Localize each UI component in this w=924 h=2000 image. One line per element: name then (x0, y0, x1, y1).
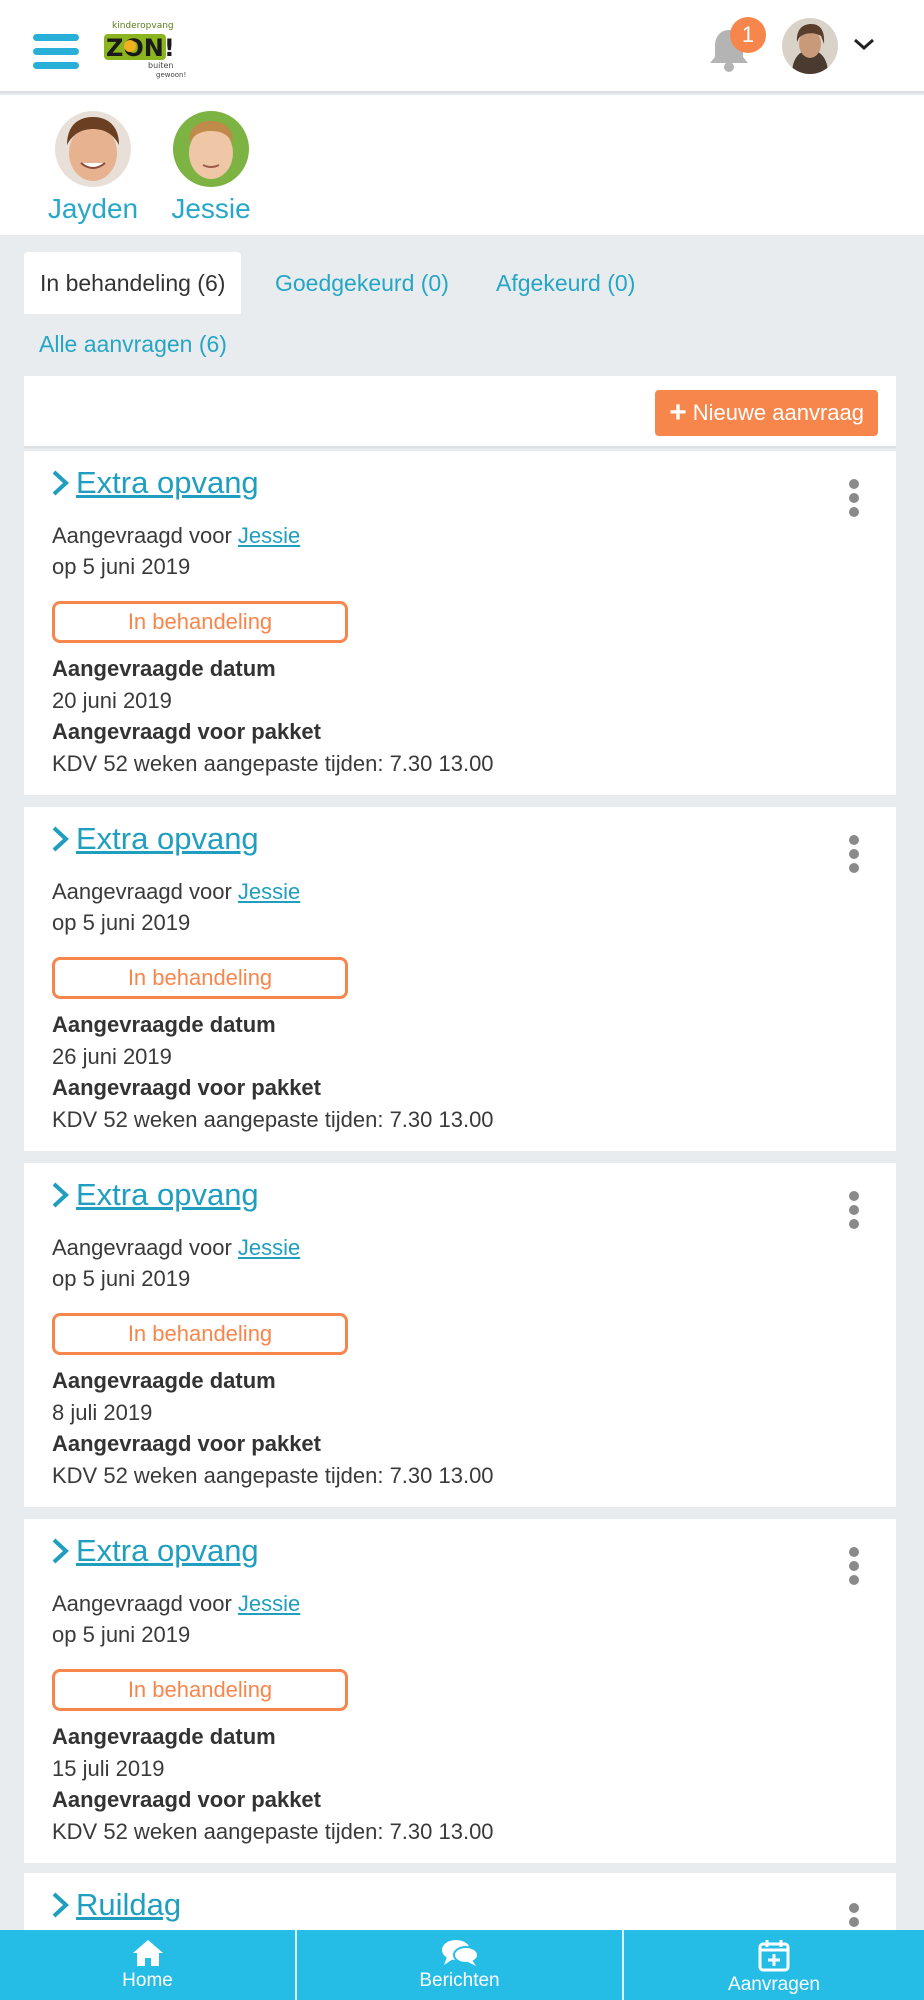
child-jayden[interactable]: Jayden (38, 111, 148, 225)
package-value: KDV 52 weken aangepaste tijden: 7.30 13.… (52, 751, 494, 776)
requested-date-label: Aangevraagde datum (52, 1012, 276, 1037)
request-date: op 5 juni 2019 (52, 1622, 191, 1647)
requested-date-value: 15 juli 2019 (52, 1756, 165, 1781)
chevron-right-icon (52, 1538, 69, 1564)
package-label: Aangevraagd voor pakket (52, 1787, 321, 1812)
package-label: Aangevraagd voor pakket (52, 719, 321, 744)
nav-aanvragen-label: Aanvragen (728, 1974, 820, 1995)
package-label: Aangevraagd voor pakket (52, 1431, 321, 1456)
bottom-navigation: Home Berichten Aanvragen (0, 1930, 924, 2000)
request-card: Extra opvang Aangevraagd voor Jessie op … (24, 807, 896, 1151)
requested-for: Aangevraagd voor Jessie (52, 879, 300, 905)
request-card: Ruildag (24, 1873, 896, 1933)
chevron-down-icon[interactable] (852, 34, 876, 54)
package-label: Aangevraagd voor pakket (52, 1075, 321, 1100)
nav-home-label: Home (122, 1970, 173, 1991)
nav-home[interactable]: Home (0, 1930, 295, 2000)
requested-for-label: Aangevraagd voor (52, 879, 238, 904)
new-request-label: Nieuwe aanvraag (692, 400, 864, 425)
more-options-icon[interactable] (846, 835, 862, 877)
more-options-icon[interactable] (846, 1903, 862, 1933)
svg-text:buiten: buiten (148, 61, 174, 70)
tab-alle-aanvragen[interactable]: Alle aanvragen (6) (39, 313, 227, 375)
requested-for-label: Aangevraagd voor (52, 1591, 238, 1616)
user-avatar[interactable] (782, 18, 838, 74)
package-value: KDV 52 weken aangepaste tijden: 7.30 13.… (52, 1819, 494, 1844)
top-bar: kinderopvang ZON! buiten gewoon! 1 (0, 0, 924, 93)
child-name: Jayden (47, 193, 139, 224)
request-card: Extra opvang Aangevraagd voor Jessie op … (24, 1519, 896, 1863)
more-options-icon[interactable] (846, 1547, 862, 1589)
chevron-right-icon (52, 1182, 69, 1208)
requested-for: Aangevraagd voor Jessie (52, 1591, 300, 1617)
home-icon (132, 1940, 163, 1966)
logo: kinderopvang ZON! buiten gewoon! (104, 21, 186, 79)
tab-afgekeurd[interactable]: Afgekeurd (0) (496, 252, 635, 314)
request-title: Ruildag (76, 1887, 182, 1922)
requested-for: Aangevraagd voor Jessie (52, 1235, 300, 1261)
calendar-plus-icon (758, 1940, 790, 1972)
status-badge: In behandeling (52, 957, 348, 999)
status-badge: In behandeling (52, 601, 348, 643)
child-link[interactable]: Jessie (238, 1235, 300, 1260)
requested-date-value: 26 juni 2019 (52, 1044, 172, 1069)
svg-text:ZON!: ZON! (106, 34, 175, 62)
child-avatar (173, 111, 249, 187)
requested-date-label: Aangevraagde datum (52, 1368, 276, 1393)
status-badge: In behandeling (52, 1313, 348, 1355)
more-options-icon[interactable] (846, 1191, 862, 1233)
child-avatar (55, 111, 131, 187)
request-date: op 5 juni 2019 (52, 910, 191, 935)
request-date: op 5 juni 2019 (52, 554, 191, 579)
tab-in-behandeling[interactable]: In behandeling (6) (24, 252, 242, 314)
request-title-link[interactable]: Extra opvang (50, 465, 259, 501)
svg-text:gewoon!: gewoon! (156, 71, 186, 79)
request-title-link[interactable]: Extra opvang (50, 821, 259, 857)
chevron-right-icon (52, 826, 69, 852)
requested-date-label: Aangevraagde datum (52, 656, 276, 681)
requested-date-value: 20 juni 2019 (52, 688, 172, 713)
child-link[interactable]: Jessie (238, 523, 300, 548)
request-title: Extra opvang (76, 821, 259, 856)
children-selector: Jayden Jessie (0, 95, 924, 235)
requested-date-value: 8 juli 2019 (52, 1400, 153, 1425)
nav-berichten[interactable]: Berichten (297, 1930, 622, 2000)
chevron-right-icon (52, 1892, 69, 1918)
request-title-link[interactable]: Extra opvang (50, 1177, 259, 1213)
chevron-right-icon (52, 470, 69, 496)
child-link[interactable]: Jessie (238, 1591, 300, 1616)
request-title-link[interactable]: Extra opvang (50, 1533, 259, 1569)
status-badge: In behandeling (52, 1669, 348, 1711)
child-link[interactable]: Jessie (238, 879, 300, 904)
request-title: Extra opvang (76, 1177, 259, 1212)
nav-aanvragen[interactable]: Aanvragen (624, 1930, 924, 2000)
requested-for-label: Aangevraagd voor (52, 523, 238, 548)
requests-toolbar: + Nieuwe aanvraag (24, 376, 896, 448)
nav-berichten-label: Berichten (419, 1970, 500, 1991)
new-request-button[interactable]: + Nieuwe aanvraag (655, 390, 878, 436)
menu-icon[interactable] (33, 34, 79, 74)
more-options-icon[interactable] (846, 479, 862, 521)
svg-text:kinderopvang: kinderopvang (112, 21, 174, 31)
child-name: Jessie (171, 193, 251, 224)
request-card: Extra opvang Aangevraagd voor Jessie op … (24, 1163, 896, 1507)
requested-date-label: Aangevraagde datum (52, 1724, 276, 1749)
child-jessie[interactable]: Jessie (156, 111, 266, 225)
requested-for: Aangevraagd voor Jessie (52, 523, 300, 549)
request-card: Extra opvang Aangevraagd voor Jessie op … (24, 451, 896, 795)
package-value: KDV 52 weken aangepaste tijden: 7.30 13.… (52, 1463, 494, 1488)
request-title: Extra opvang (76, 1533, 259, 1568)
request-title: Extra opvang (76, 465, 259, 500)
chat-icon (441, 1940, 479, 1966)
package-value: KDV 52 weken aangepaste tijden: 7.30 13.… (52, 1107, 494, 1132)
plus-icon: + (669, 396, 687, 429)
requested-for-label: Aangevraagd voor (52, 1235, 238, 1260)
request-date: op 5 juni 2019 (52, 1266, 191, 1291)
notification-badge: 1 (730, 17, 766, 53)
tab-goedgekeurd[interactable]: Goedgekeurd (0) (275, 252, 449, 314)
request-title-link[interactable]: Ruildag (50, 1887, 181, 1923)
